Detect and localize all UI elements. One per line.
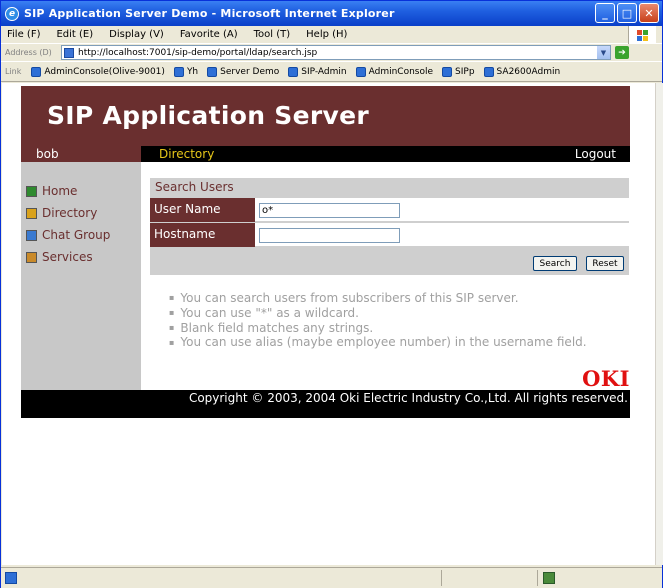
close-button[interactable]: ✕	[639, 3, 659, 23]
status-divider	[537, 570, 538, 586]
top-nav: bob Directory Logout	[21, 146, 630, 162]
user-name-input[interactable]	[259, 203, 400, 218]
link-icon	[173, 66, 184, 77]
main-panel: Search Users User Name Hostname Search R…	[141, 162, 630, 391]
reset-button[interactable]: Reset	[586, 256, 624, 271]
search-button[interactable]: Search	[533, 256, 577, 271]
hostname-input[interactable]	[259, 228, 400, 243]
link-item[interactable]: SIP-Admin	[288, 66, 347, 77]
windows-logo-icon	[628, 26, 656, 44]
link-icon	[442, 66, 453, 77]
link-icon	[355, 66, 366, 77]
menu-favorite[interactable]: Favorite (A)	[180, 29, 238, 40]
chevron-down-icon[interactable]: ▼	[597, 46, 610, 59]
tip-item: You can search users from subscribers of…	[169, 291, 587, 306]
link-item[interactable]: AdminConsole(Olive-9001)	[31, 66, 165, 77]
page-icon	[64, 47, 74, 58]
link-label: SIPp	[455, 66, 475, 77]
zone-icon	[543, 572, 555, 584]
link-item[interactable]: Yh	[173, 66, 199, 77]
window-controls: _ □ ✕	[595, 3, 659, 23]
link-item[interactable]: SA2600Admin	[483, 66, 561, 77]
current-user: bob	[36, 147, 59, 161]
link-label: Yh	[186, 66, 199, 77]
search-title: Search Users	[155, 180, 234, 194]
menu-display[interactable]: Display (V)	[109, 29, 164, 40]
minimize-button[interactable]: _	[595, 3, 615, 23]
browser-window: e SIP Application Server Demo - Microsof…	[0, 0, 663, 588]
sidebar: Home Directory Chat Group Services	[21, 162, 141, 390]
title-bar: e SIP Application Server Demo - Microsof…	[1, 1, 662, 26]
address-input[interactable]: http://localhost:7001/sip-demo/portal/ld…	[61, 45, 611, 60]
menu-edit[interactable]: Edit (E)	[56, 29, 93, 40]
sidebar-item-label: Chat Group	[42, 228, 111, 242]
status-divider	[441, 570, 442, 586]
address-label: Address (D)	[5, 48, 52, 57]
oki-logo: OKI	[582, 366, 630, 391]
chat-group-icon	[26, 229, 37, 241]
status-bar	[1, 567, 662, 588]
tip-item: You can use alias (maybe employee number…	[169, 335, 586, 350]
tip-item: Blank field matches any strings.	[169, 321, 587, 336]
nav-directory-link[interactable]: Directory	[159, 146, 214, 162]
link-icon	[483, 66, 494, 77]
home-icon	[26, 185, 37, 197]
sidebar-item-label: Services	[42, 250, 93, 264]
link-label: AdminConsole	[368, 66, 434, 77]
link-label: AdminConsole(Olive-9001)	[44, 66, 165, 77]
sidebar-item-chat-group[interactable]: Chat Group	[26, 228, 110, 242]
help-tips: You can search users from subscribers of…	[169, 291, 587, 350]
link-label: SIP-Admin	[301, 66, 347, 77]
link-icon	[207, 66, 218, 77]
copyright-footer: Copyright © 2003, 2004 Oki Electric Indu…	[21, 390, 630, 418]
links-label: Link	[5, 67, 22, 76]
search-form: Search Users User Name Hostname Search R…	[150, 178, 629, 275]
link-item[interactable]: Server Demo	[207, 66, 280, 77]
link-icon	[288, 66, 299, 77]
window-title: SIP Application Server Demo - Microsoft …	[24, 7, 395, 20]
link-item[interactable]: AdminConsole	[355, 66, 434, 77]
services-icon	[26, 251, 37, 263]
user-name-label: User Name	[150, 198, 255, 222]
sidebar-item-label: Directory	[42, 206, 98, 220]
vertical-scrollbar[interactable]	[655, 83, 663, 565]
menu-file[interactable]: File (F)	[7, 29, 40, 40]
link-label: SA2600Admin	[496, 66, 561, 77]
go-button[interactable]: ➔	[615, 46, 629, 59]
sidebar-item-services[interactable]: Services	[26, 250, 93, 264]
sidebar-item-label: Home	[42, 184, 78, 198]
page-banner: SIP Application Server	[21, 86, 630, 146]
menu-help[interactable]: Help (H)	[306, 29, 347, 40]
address-url: http://localhost:7001/sip-demo/portal/ld…	[78, 47, 318, 58]
address-bar: Address (D) http://localhost:7001/sip-de…	[1, 44, 662, 62]
hostname-row: Hostname	[150, 223, 629, 247]
sidebar-item-directory[interactable]: Directory	[26, 206, 97, 220]
tip-item: You can use "*" as a wildcard.	[169, 306, 587, 321]
link-item[interactable]: SIPp	[442, 66, 475, 77]
link-label: Server Demo	[220, 66, 280, 77]
ie-icon: e	[5, 6, 19, 21]
logout-link[interactable]: Logout	[575, 146, 616, 162]
maximize-button[interactable]: □	[617, 3, 637, 23]
page-status-icon	[5, 572, 17, 584]
user-name-row: User Name	[150, 198, 629, 222]
links-bar: Link AdminConsole(Olive-9001) Yh Server …	[1, 62, 662, 82]
menu-tool[interactable]: Tool (T)	[254, 29, 291, 40]
menu-bar: File (F) Edit (E) Display (V) Favorite (…	[1, 26, 662, 44]
directory-icon	[26, 207, 37, 219]
sidebar-item-home[interactable]: Home	[26, 184, 77, 198]
link-icon	[31, 66, 42, 77]
page-content: SIP Application Server bob Directory Log…	[2, 83, 655, 565]
hostname-label: Hostname	[150, 223, 255, 247]
